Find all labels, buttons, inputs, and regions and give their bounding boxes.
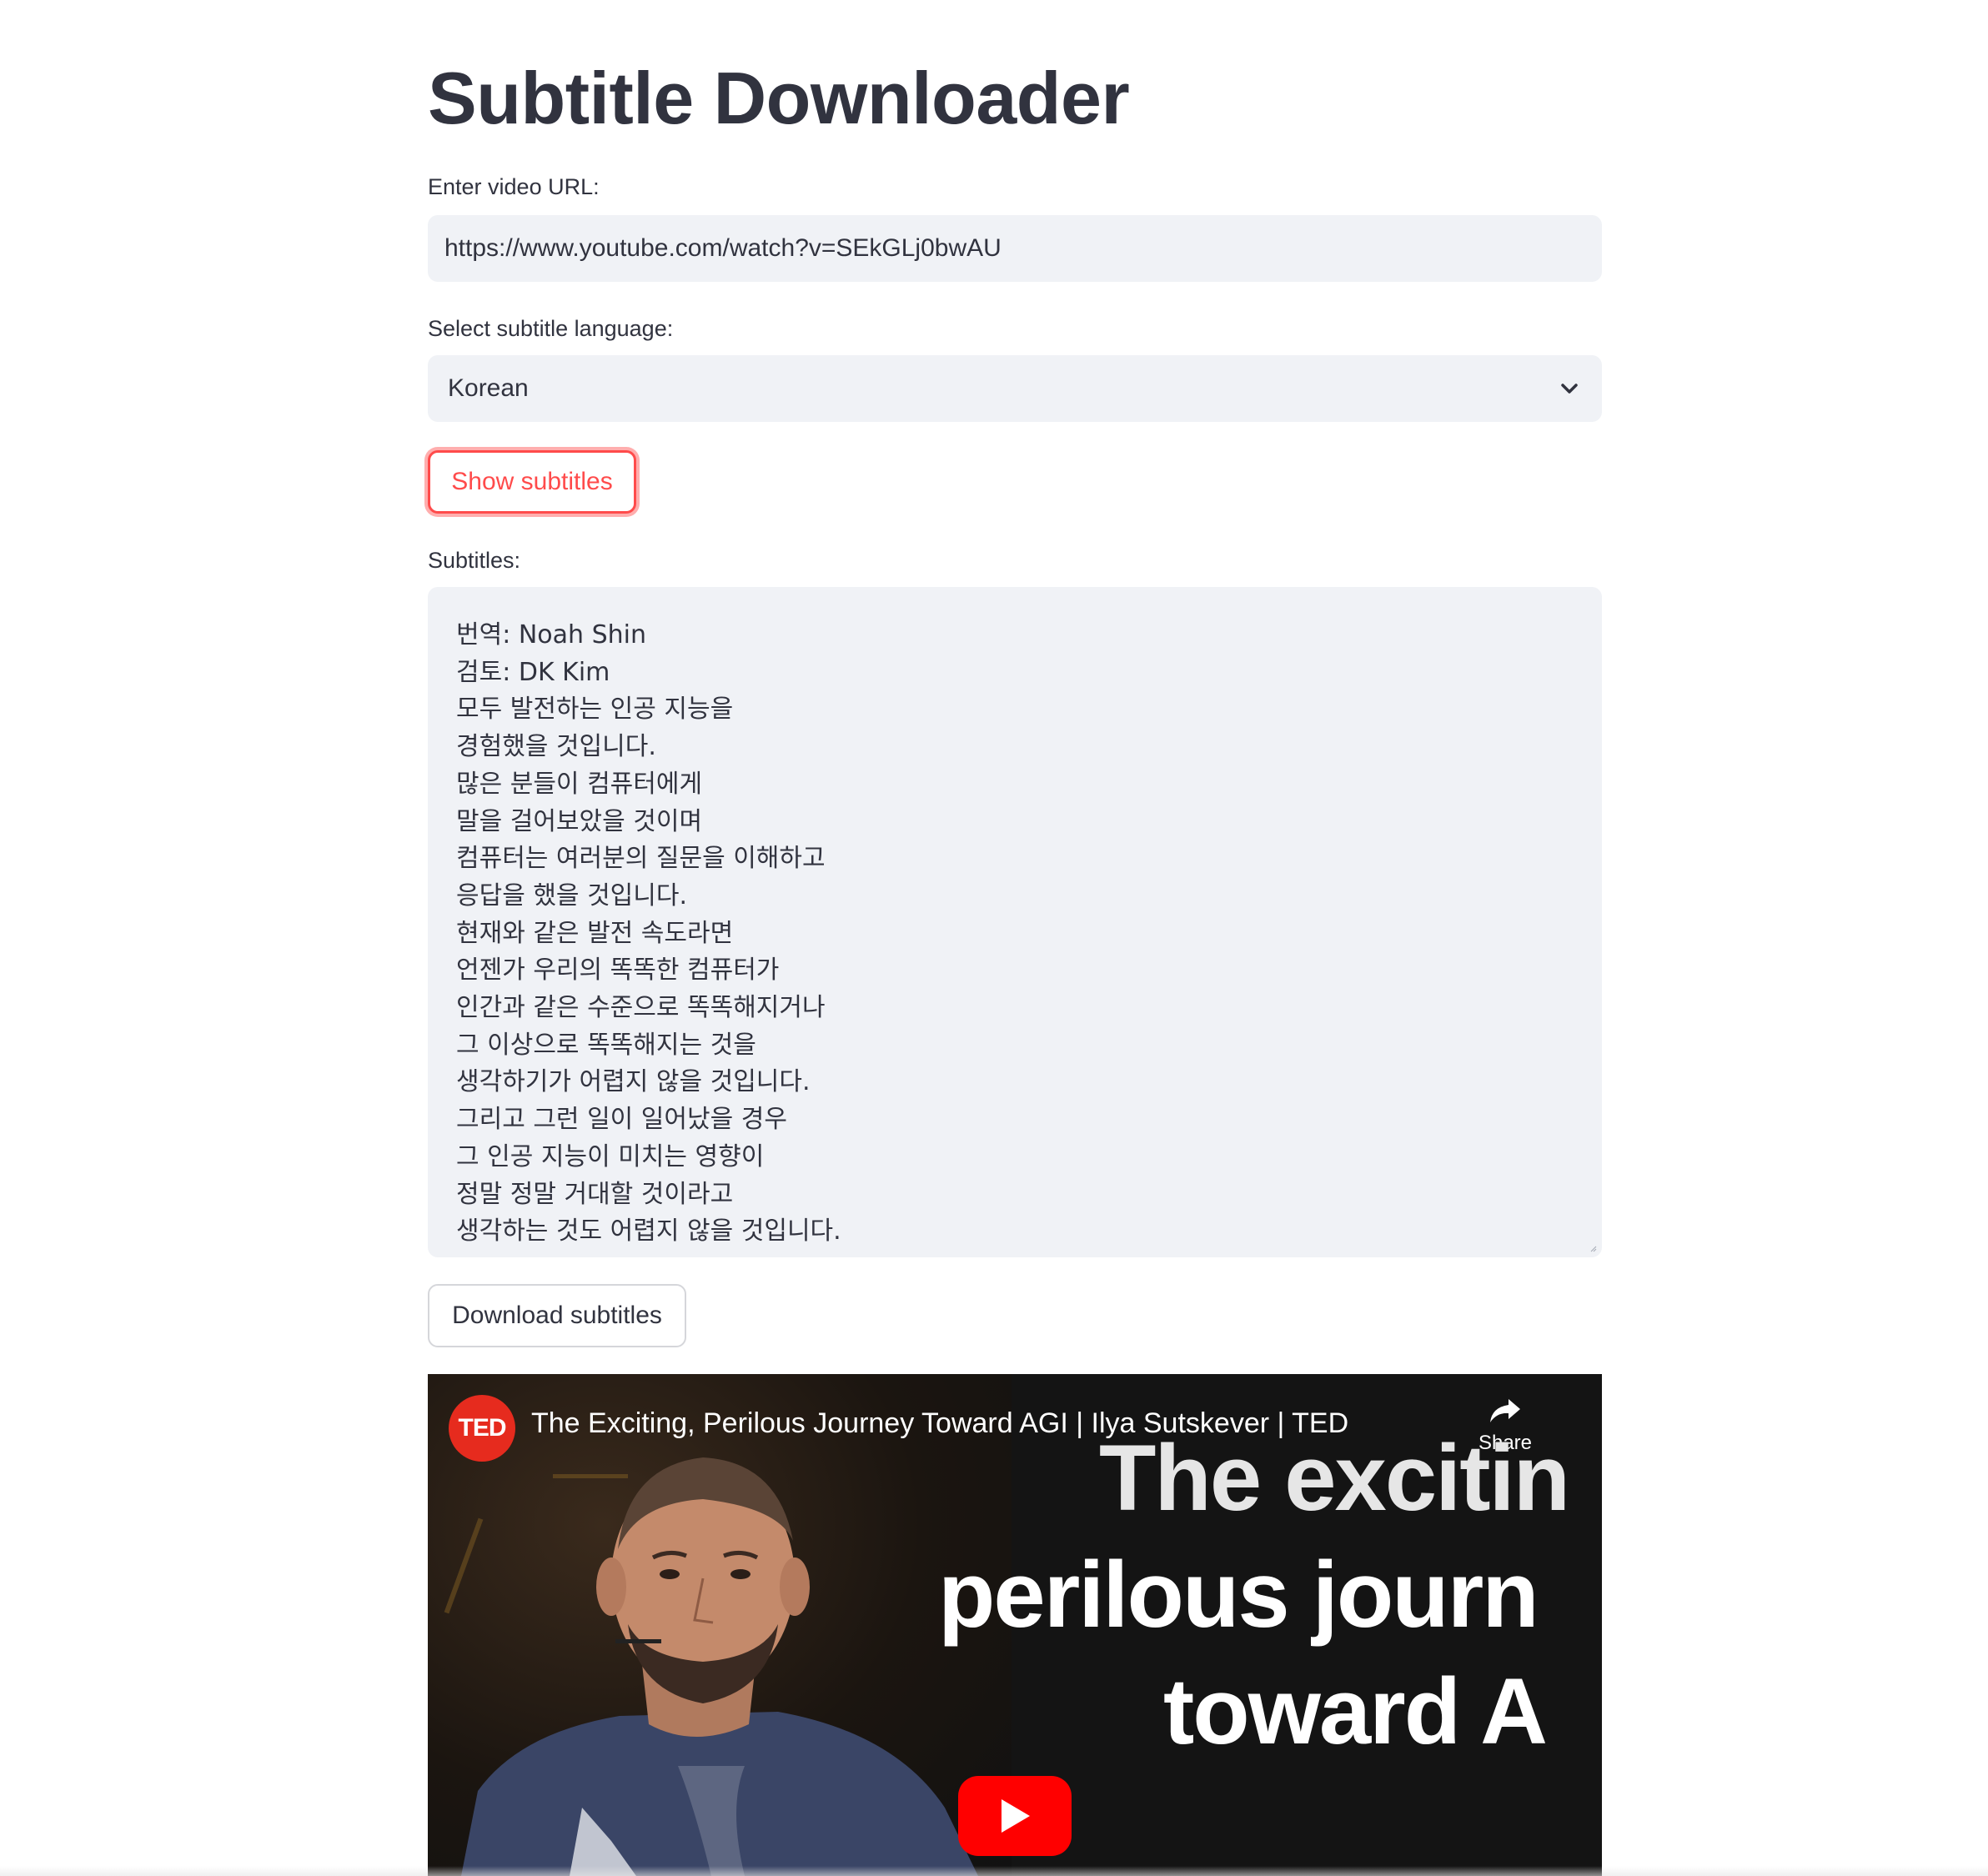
resize-grip-icon[interactable] (1589, 1244, 1597, 1252)
show-subtitles-button[interactable]: Show subtitles (428, 450, 636, 514)
chevron-down-icon (1557, 376, 1582, 401)
video-url-input[interactable] (428, 215, 1602, 282)
ted-channel-logo[interactable]: TED (449, 1395, 515, 1462)
subtitle-line: 그리고 그런 일이 일어났을 경우 (456, 1105, 787, 1135)
video-embed[interactable]: TED The Exciting, Perilous Journey Towar… (428, 1374, 1602, 1876)
subtitle-line: 언젠가 우리의 똑똑한 컴퓨터가 (456, 956, 780, 986)
bottom-edge (0, 1866, 1988, 1876)
subtitle-line: 응답을 했을 것입니다. (456, 880, 688, 910)
subtitle-line: 그 이상으로 똑똑해지는 것을 (456, 1030, 756, 1060)
subtitle-line: 검토: DK Kim (456, 657, 610, 687)
subtitle-line: 그 인공 지능이 미치는 영향이 (456, 1141, 765, 1171)
subtitle-line: 현재와 같은 발전 속도라면 (456, 918, 734, 948)
share-arrow-icon (1490, 1399, 1520, 1422)
language-select-value: Korean (448, 374, 529, 402)
subtitle-line: 번역: Noah Shin (456, 620, 646, 650)
overlay-line-3: toward A (1163, 1659, 1548, 1763)
subtitle-line: 인간과 같은 수준으로 똑똑해지거나 (456, 993, 826, 1023)
page-title: Subtitle Downloader (428, 57, 1130, 139)
subtitle-line: 정말 정말 거대할 것이라고 (456, 1179, 734, 1209)
subtitle-line: 생각하는 것도 어렵지 않을 것입니다. (456, 1216, 841, 1246)
subtitle-line: 많은 분들이 컴퓨터에게 (456, 769, 703, 799)
language-select[interactable]: Korean (428, 355, 1602, 422)
language-select-label: Select subtitle language: (428, 316, 674, 341)
subtitle-line: 경험했을 것입니다. (456, 732, 656, 762)
url-field-label: Enter video URL: (428, 174, 600, 199)
subtitle-line: 모두 발전하는 인공 지능을 (456, 695, 734, 725)
subtitles-label: Subtitles: (428, 548, 521, 573)
app-page: Subtitle Downloader Enter video URL: Sel… (0, 0, 1988, 1876)
download-subtitles-button[interactable]: Download subtitles (428, 1284, 686, 1347)
speaker-figure (461, 1457, 978, 1876)
subtitle-lines: 번역: Noah Shin 검토: DK Kim 모두 발전하는 인공 지능을경험했… (456, 617, 1574, 1251)
overlay-line-1: The excitin (1099, 1426, 1570, 1530)
play-button[interactable] (958, 1776, 1072, 1856)
subtitle-line: 말을 걸어보았을 것이며 (456, 806, 703, 836)
subtitles-textarea[interactable]: 번역: Noah Shin 검토: DK Kim 모두 발전하는 인공 지능을경험했… (428, 587, 1602, 1257)
subtitle-line: 생각하기가 어렵지 않을 것입니다. (456, 1067, 811, 1097)
overlay-line-2: perilous journ (938, 1542, 1539, 1647)
play-icon (1002, 1799, 1030, 1833)
subtitle-line: 컴퓨터는 여러분의 질문을 이해하고 (456, 844, 826, 874)
